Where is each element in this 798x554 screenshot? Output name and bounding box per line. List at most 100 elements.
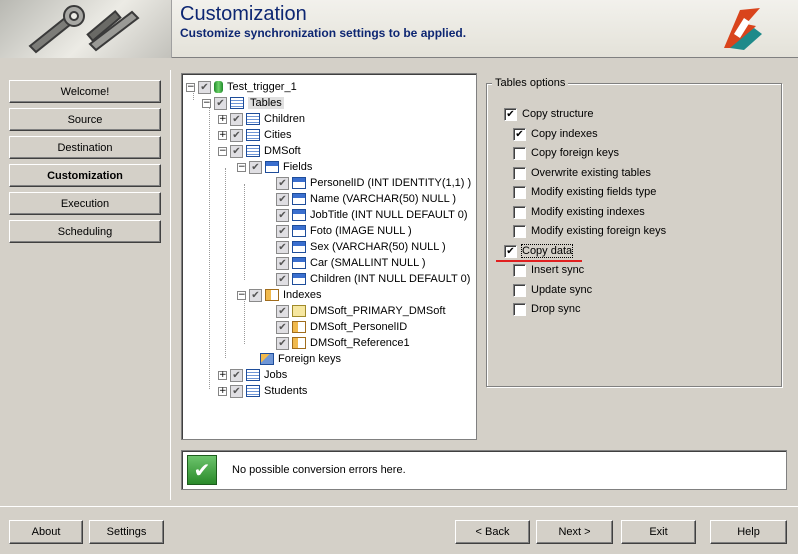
tree-field-item[interactable]: ✔ JobTitle (INT NULL DEFAULT 0) xyxy=(276,207,468,223)
nav-welcome[interactable]: Welcome! xyxy=(9,80,161,103)
expand-icon[interactable]: + xyxy=(218,130,227,140)
modify-foreign-keys-checkbox[interactable]: Modify existing foreign keys xyxy=(513,223,666,239)
tree-checkbox[interactable]: ✔ xyxy=(276,320,289,334)
modify-indexes-checkbox[interactable]: Modify existing indexes xyxy=(513,204,645,220)
overwrite-existing-tables-checkbox[interactable]: Overwrite existing tables xyxy=(513,165,651,181)
schema-tree[interactable]: − ✔ Test_trigger_1 − ✔ Tables + ✔ Childr… xyxy=(181,73,477,440)
table-icon xyxy=(246,145,260,157)
tree-node-cities[interactable]: + ✔ Cities xyxy=(218,127,292,143)
tree-field-item[interactable]: ✔ Foto (IMAGE NULL ) xyxy=(276,223,412,239)
tree-checkbox[interactable]: ✔ xyxy=(214,96,227,110)
expand-icon[interactable]: + xyxy=(218,114,227,124)
tree-checkbox[interactable]: ✔ xyxy=(276,224,289,238)
status-message: No possible conversion errors here. xyxy=(232,464,406,476)
tree-checkbox[interactable]: ✔ xyxy=(230,112,243,126)
checkbox-box[interactable] xyxy=(513,205,526,219)
field-icon xyxy=(292,225,306,237)
checkbox-box[interactable] xyxy=(513,302,526,316)
index-icon xyxy=(292,321,306,333)
expand-icon[interactable]: + xyxy=(218,370,227,380)
foreign-keys-icon xyxy=(260,353,274,365)
checkbox-box[interactable]: ✔ xyxy=(513,127,526,141)
drop-sync-checkbox[interactable]: Drop sync xyxy=(513,301,581,317)
nav-divider xyxy=(170,70,171,500)
field-icon xyxy=(292,241,306,253)
check-icon: ✔ xyxy=(187,455,217,485)
copy-structure-checkbox[interactable]: ✔ Copy structure xyxy=(504,106,594,122)
tree-index-item[interactable]: ✔ DMSoft_Reference1 xyxy=(276,335,410,351)
collapse-icon[interactable]: − xyxy=(237,162,246,172)
collapse-icon[interactable]: − xyxy=(218,146,227,156)
header-tools-image xyxy=(0,0,172,58)
expand-icon[interactable]: + xyxy=(218,386,227,396)
database-icon xyxy=(214,81,223,93)
nav-scheduling[interactable]: Scheduling xyxy=(9,220,161,243)
tree-checkbox[interactable]: ✔ xyxy=(276,240,289,254)
update-sync-checkbox[interactable]: Update sync xyxy=(513,282,592,298)
modify-fields-type-checkbox[interactable]: Modify existing fields type xyxy=(513,184,656,200)
tree-index-item[interactable]: ✔ DMSoft_PRIMARY_DMSoft xyxy=(276,303,446,319)
tree-checkbox[interactable]: ✔ xyxy=(230,384,243,398)
table-icon xyxy=(246,129,260,141)
collapse-icon[interactable]: − xyxy=(186,82,195,92)
copy-indexes-checkbox[interactable]: ✔ Copy indexes xyxy=(513,126,598,142)
tree-node-indexes[interactable]: − ✔ Indexes xyxy=(237,287,322,303)
copy-data-checkbox[interactable]: ✔ Copy data xyxy=(504,243,574,259)
collapse-icon[interactable]: − xyxy=(202,98,211,108)
tree-node-students[interactable]: + ✔ Students xyxy=(218,383,307,399)
tree-checkbox[interactable]: ✔ xyxy=(230,368,243,382)
checkbox-box[interactable]: ✔ xyxy=(504,244,517,258)
tree-checkbox[interactable]: ✔ xyxy=(198,80,211,94)
settings-button[interactable]: Settings xyxy=(89,520,164,544)
tree-index-item[interactable]: ✔ DMSoft_PersonelID xyxy=(276,319,407,335)
collapse-icon[interactable]: − xyxy=(237,290,246,300)
field-icon xyxy=(292,209,306,221)
tree-field-item[interactable]: ✔ Car (SMALLINT NULL ) xyxy=(276,255,426,271)
help-button[interactable]: Help xyxy=(710,520,787,544)
checkbox-box[interactable]: ✔ xyxy=(504,107,517,121)
exit-button[interactable]: Exit xyxy=(621,520,696,544)
tree-checkbox[interactable]: ✔ xyxy=(249,288,262,302)
tree-node-foreign-keys[interactable]: Foreign keys xyxy=(260,351,341,367)
tree-checkbox[interactable]: ✔ xyxy=(276,272,289,286)
checkbox-box[interactable] xyxy=(513,263,526,277)
nav-destination[interactable]: Destination xyxy=(9,136,161,159)
tree-checkbox[interactable]: ✔ xyxy=(230,128,243,142)
about-button[interactable]: About xyxy=(9,520,83,544)
checkbox-box[interactable] xyxy=(513,185,526,199)
nav-source[interactable]: Source xyxy=(9,108,161,131)
tree-checkbox[interactable]: ✔ xyxy=(276,176,289,190)
tree-checkbox[interactable]: ✔ xyxy=(276,304,289,318)
tree-node-tables[interactable]: − ✔ Tables xyxy=(202,95,284,111)
insert-sync-checkbox[interactable]: Insert sync xyxy=(513,262,584,278)
tables-icon xyxy=(230,97,244,109)
index-icon xyxy=(292,337,306,349)
tree-checkbox[interactable]: ✔ xyxy=(276,256,289,270)
tree-node-children[interactable]: + ✔ Children xyxy=(218,111,305,127)
tree-node-database[interactable]: − ✔ Test_trigger_1 xyxy=(186,79,297,95)
tree-field-item[interactable]: ✔ Name (VARCHAR(50) NULL ) xyxy=(276,191,456,207)
tree-checkbox[interactable]: ✔ xyxy=(249,160,262,174)
copy-foreign-keys-checkbox[interactable]: Copy foreign keys xyxy=(513,145,619,161)
tree-checkbox[interactable]: ✔ xyxy=(276,192,289,206)
checkbox-box[interactable] xyxy=(513,166,526,180)
checkbox-box[interactable] xyxy=(513,283,526,297)
tree-node-fields[interactable]: − ✔ Fields xyxy=(237,159,312,175)
nav-execution[interactable]: Execution xyxy=(9,192,161,215)
tree-checkbox[interactable]: ✔ xyxy=(230,144,243,158)
page-title: Customization xyxy=(180,3,307,25)
back-button[interactable]: < Back xyxy=(455,520,530,544)
tree-field-item[interactable]: ✔ Sex (VARCHAR(50) NULL ) xyxy=(276,239,446,255)
tree-field-item[interactable]: ✔ PersonelID (INT IDENTITY(1,1) ) xyxy=(276,175,471,191)
conversion-status-panel: ✔ No possible conversion errors here. xyxy=(181,450,787,490)
tree-checkbox[interactable]: ✔ xyxy=(276,336,289,350)
tree-field-item[interactable]: ✔ Children (INT NULL DEFAULT 0) xyxy=(276,271,470,287)
nav-customization[interactable]: Customization xyxy=(9,164,161,187)
checkbox-box[interactable] xyxy=(513,146,526,160)
tree-node-jobs[interactable]: + ✔ Jobs xyxy=(218,367,287,383)
next-button[interactable]: Next > xyxy=(536,520,613,544)
tree-node-dmsoft[interactable]: − ✔ DMSoft xyxy=(218,143,301,159)
tree-checkbox[interactable]: ✔ xyxy=(276,208,289,222)
primary-key-icon xyxy=(292,305,306,317)
checkbox-box[interactable] xyxy=(513,224,526,238)
